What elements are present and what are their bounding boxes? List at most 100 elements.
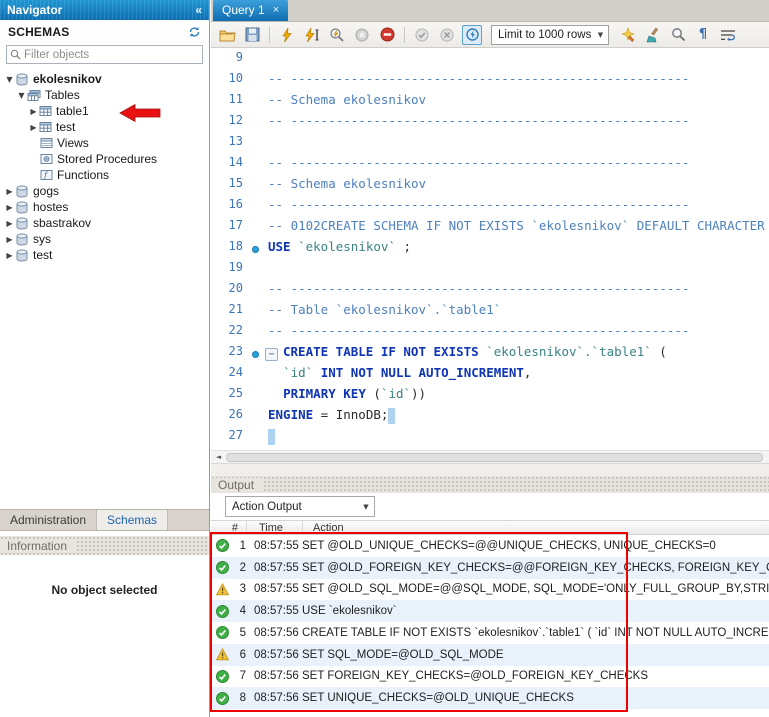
chevron-collapsed-icon[interactable]: ▶	[4, 187, 15, 196]
execute-script-icon[interactable]	[277, 25, 297, 45]
editor-line[interactable]: 10-- -----------------------------------…	[211, 71, 769, 92]
output-row[interactable]: 508:57:56CREATE TABLE IF NOT EXISTS `eko…	[211, 622, 769, 644]
row-action: SET FOREIGN_KEY_CHECKS=@OLD_FOREIGN_KEY_…	[294, 670, 769, 682]
output-row[interactable]: 708:57:56SET FOREIGN_KEY_CHECKS=@OLD_FOR…	[211, 666, 769, 688]
gutter-marker	[249, 155, 265, 176]
close-tab-icon[interactable]: ×	[273, 4, 279, 16]
code-text	[265, 428, 275, 449]
output-row[interactable]: 608:57:56SET SQL_MODE=@OLD_SQL_MODE	[211, 644, 769, 666]
output-row[interactable]: 108:57:55SET @OLD_UNIQUE_CHECKS=@@UNIQUE…	[211, 535, 769, 557]
chevron-down-icon: ▼	[593, 31, 608, 39]
commit-icon[interactable]	[412, 25, 432, 45]
toggle-word-wrap-icon[interactable]	[718, 25, 738, 45]
row-action: SET @OLD_SQL_MODE=@@SQL_MODE, SQL_MODE='…	[294, 583, 769, 595]
editor-line[interactable]: 13	[211, 134, 769, 155]
editor-line[interactable]: 18USE `ekolesnikov` ;	[211, 239, 769, 260]
output-grid-header: # Time Action	[211, 520, 769, 535]
editor-line[interactable]: 20-- -----------------------------------…	[211, 281, 769, 302]
tree-item-hostes[interactable]: ▶hostes	[0, 199, 209, 215]
row-number: 8	[229, 692, 246, 704]
chevron-collapsed-icon[interactable]: ▶	[4, 219, 15, 228]
execute-current-statement-icon[interactable]	[302, 25, 322, 45]
tree-item-sys[interactable]: ▶sys	[0, 231, 209, 247]
tree-item-table1[interactable]: ▶table1	[0, 103, 209, 119]
editor-line[interactable]: 23−CREATE TABLE IF NOT EXISTS `ekolesnik…	[211, 344, 769, 365]
table-icon	[39, 121, 52, 133]
tree-item-functions[interactable]: fFunctions	[0, 167, 209, 183]
filter-objects-input[interactable]	[24, 49, 202, 61]
limit-rows-dropdown[interactable]: Limit to 1000 rows ▼	[491, 25, 609, 45]
scroll-left-icon[interactable]: ◄	[211, 451, 226, 464]
tree-item-tables[interactable]: ▼Tables	[0, 87, 209, 103]
rollback-icon[interactable]	[437, 25, 457, 45]
output-row[interactable]: 408:57:55USE `ekolesnikov`	[211, 600, 769, 622]
tree-item-stored-procedures[interactable]: Stored Procedures	[0, 151, 209, 167]
editor-line[interactable]: 15-- Schema ekolesnikov	[211, 176, 769, 197]
editor-line[interactable]: 11-- Schema ekolesnikov	[211, 92, 769, 113]
editor-line[interactable]: 9	[211, 50, 769, 71]
editor-line[interactable]: 22-- -----------------------------------…	[211, 323, 769, 344]
tree-item-views[interactable]: Views	[0, 135, 209, 151]
save-script-icon[interactable]	[242, 25, 262, 45]
output-view-label: Action Output	[226, 501, 358, 513]
tree-item-ekolesnikov[interactable]: ▼ekolesnikov	[0, 71, 209, 87]
chevron-collapsed-icon[interactable]: ▶	[4, 251, 15, 260]
editor-line[interactable]: 14-- -----------------------------------…	[211, 155, 769, 176]
chevron-collapsed-icon[interactable]: ▶	[4, 203, 15, 212]
gutter-marker	[249, 386, 265, 407]
chevron-collapsed-icon[interactable]: ▶	[28, 107, 39, 116]
tab-query-1[interactable]: Query 1 ×	[213, 0, 288, 21]
output-row[interactable]: 308:57:55SET @OLD_SQL_MODE=@@SQL_MODE, S…	[211, 579, 769, 601]
column-header-time[interactable]: Time	[247, 521, 303, 534]
editor-line[interactable]: 12-- -----------------------------------…	[211, 113, 769, 134]
editor-line[interactable]: 26ENGINE = InnoDB;	[211, 407, 769, 428]
output-view-dropdown[interactable]: Action Output ▼	[225, 496, 375, 517]
refresh-schemas-icon[interactable]	[188, 26, 201, 38]
beautify-script-icon[interactable]	[618, 25, 638, 45]
tree-item-sbastrakov[interactable]: ▶sbastrakov	[0, 215, 209, 231]
success-icon	[216, 539, 229, 552]
no-object-selected-text: No object selected	[0, 583, 209, 597]
collapse-panel-icon[interactable]: «	[195, 3, 202, 17]
tab-schemas[interactable]: Schemas	[97, 510, 168, 530]
chevron-collapsed-icon[interactable]: ▶	[4, 235, 15, 244]
chevron-expanded-icon[interactable]: ▼	[16, 91, 27, 100]
code-fold-icon[interactable]: −	[265, 348, 278, 361]
show-invisible-characters-icon[interactable]: ¶	[693, 25, 713, 45]
sql-editor[interactable]: 910-- ----------------------------------…	[211, 48, 769, 450]
toggle-autocommit-icon[interactable]	[462, 25, 482, 45]
editor-line[interactable]: 21-- Table `ekolesnikov`.`table1`	[211, 302, 769, 323]
output-row[interactable]: 808:57:56SET UNIQUE_CHECKS=@OLD_UNIQUE_C…	[211, 687, 769, 709]
editor-line[interactable]: 24 `id` INT NOT NULL AUTO_INCREMENT,	[211, 365, 769, 386]
clean-query-icon[interactable]	[643, 25, 663, 45]
column-header-action[interactable]: Action	[303, 521, 344, 534]
row-time: 08:57:56	[246, 670, 294, 682]
line-number: 18	[211, 239, 249, 260]
open-script-icon[interactable]	[217, 25, 237, 45]
editor-horizontal-scrollbar[interactable]: ◄	[211, 450, 769, 464]
output-row[interactable]: 208:57:55SET @OLD_FOREIGN_KEY_CHECKS=@@F…	[211, 557, 769, 579]
chevron-collapsed-icon[interactable]: ▶	[28, 123, 39, 132]
tree-item-gogs[interactable]: ▶gogs	[0, 183, 209, 199]
gutter-marker	[249, 50, 265, 71]
editor-line[interactable]: 19	[211, 260, 769, 281]
tree-item-test[interactable]: ▶test	[0, 247, 209, 263]
explain-statement-icon[interactable]	[327, 25, 347, 45]
chevron-expanded-icon[interactable]: ▼	[4, 75, 15, 84]
information-title: Information	[0, 539, 75, 553]
editor-line[interactable]: 16-- -----------------------------------…	[211, 197, 769, 218]
panel-splitter[interactable]	[211, 464, 769, 476]
editor-line[interactable]: 27	[211, 428, 769, 449]
success-icon	[216, 626, 229, 639]
tab-administration[interactable]: Administration	[0, 510, 97, 530]
editor-line[interactable]: 25 PRIMARY KEY (`id`))	[211, 386, 769, 407]
tree-item-label: Functions	[57, 168, 109, 182]
toggle-stop-on-error-icon[interactable]	[377, 25, 397, 45]
editor-line[interactable]: 17-- 0102CREATE SCHEMA IF NOT EXISTS `ek…	[211, 218, 769, 239]
warning-icon	[216, 583, 229, 596]
scrollbar-thumb[interactable]	[226, 453, 763, 462]
column-header-number[interactable]: #	[211, 521, 247, 534]
find-icon[interactable]	[668, 25, 688, 45]
stop-query-icon[interactable]	[352, 25, 372, 45]
tree-item-test[interactable]: ▶test	[0, 119, 209, 135]
